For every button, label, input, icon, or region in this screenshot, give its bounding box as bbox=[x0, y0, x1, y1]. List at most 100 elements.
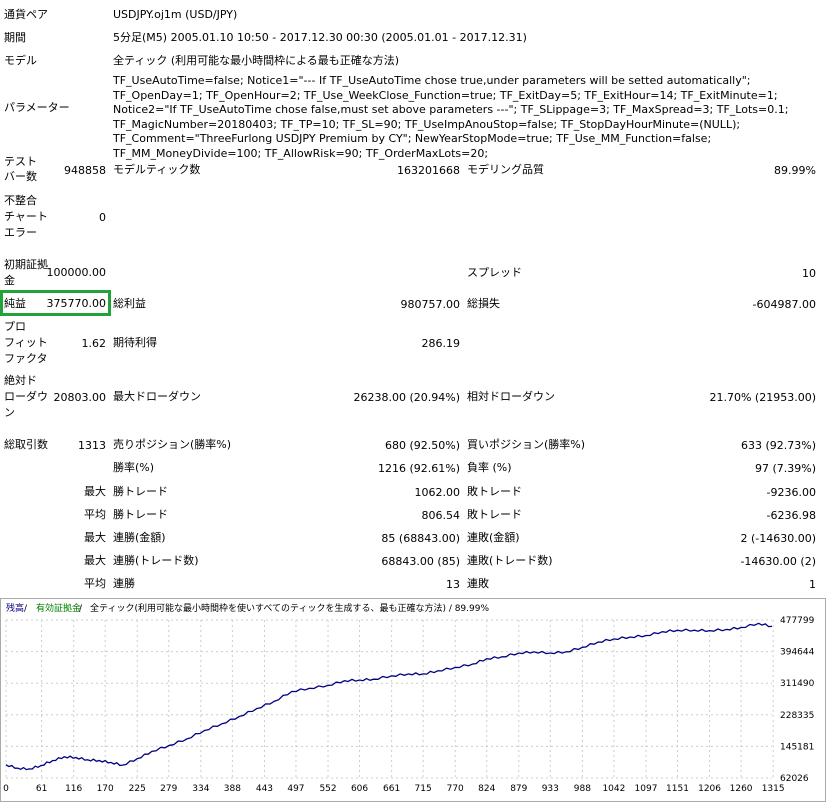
gross-profit-value: 980757.00 bbox=[400, 298, 461, 311]
spread-label: スプレッド bbox=[467, 266, 522, 279]
rel-dd-label: 相対ドローダウン bbox=[467, 390, 555, 403]
ticks-label: モデルティック数 bbox=[113, 163, 201, 176]
x-tick-label: 334 bbox=[192, 784, 209, 794]
max-consec-prefix: 最大 bbox=[84, 531, 106, 544]
y-tick-label: 394644 bbox=[780, 648, 815, 658]
short-positions-label: 売りポジション(勝率%) bbox=[113, 438, 232, 451]
y-tick-label: 228335 bbox=[780, 711, 814, 721]
pf-label-3: ファクタ bbox=[4, 352, 48, 365]
balance-chart: 残高 / 有効証拠金 / 全ティック(利用可能な最小時間枠を使いすべてのティック… bbox=[0, 598, 826, 802]
pf-label-1: プロ bbox=[4, 320, 26, 333]
x-tick-label: 988 bbox=[574, 784, 591, 794]
loss-rate-value: 97 (7.39%) bbox=[754, 462, 816, 475]
bars-label-2: バー数 bbox=[4, 170, 37, 183]
max-consec-profit-label: 連勝(トレード数) bbox=[113, 554, 199, 567]
x-tick-label: 661 bbox=[383, 784, 400, 794]
avg-consec-prefix: 平均 bbox=[84, 577, 106, 590]
params-value: TF_UseAutoTime=false; Notice1="--- If TF… bbox=[113, 74, 789, 160]
largest-loss-value: -9236.00 bbox=[766, 486, 816, 499]
x-tick-label: 1206 bbox=[698, 784, 721, 794]
x-tick-label: 606 bbox=[351, 784, 368, 794]
max-consec2-prefix: 最大 bbox=[84, 554, 106, 567]
long-positions-value: 633 (92.73%) bbox=[740, 439, 816, 452]
model-value: 全ティック (利用可能な最小時間枠による最も正確な方法) bbox=[113, 54, 400, 67]
rel-dd-value: 21.70% (21953.00) bbox=[709, 391, 816, 404]
pf-value: 1.62 bbox=[81, 337, 107, 350]
x-tick-label: 225 bbox=[129, 784, 146, 794]
bars-value: 948858 bbox=[64, 164, 106, 177]
trades-value: 1313 bbox=[78, 439, 106, 452]
x-tick-label: 279 bbox=[160, 784, 177, 794]
expected-payoff-label: 期待利得 bbox=[113, 336, 157, 349]
avg-loss-value: -6236.98 bbox=[766, 509, 816, 522]
gross-loss-label: 総損失 bbox=[467, 297, 500, 310]
pf-label-2: フィット bbox=[4, 336, 48, 349]
x-tick-label: 443 bbox=[256, 784, 273, 794]
x-tick-label: 552 bbox=[319, 784, 336, 794]
quality-label: モデリング品質 bbox=[467, 163, 544, 176]
x-tick-label: 116 bbox=[65, 784, 82, 794]
legend-equity: 有効証拠金 bbox=[36, 602, 81, 614]
expected-payoff-value: 286.19 bbox=[421, 337, 461, 350]
period-value: 5分足(M5) 2005.01.10 10:50 - 2017.12.30 00… bbox=[113, 31, 527, 44]
x-tick-label: 879 bbox=[510, 784, 527, 794]
x-tick-label: 715 bbox=[415, 784, 432, 794]
x-tick-label: 933 bbox=[542, 784, 559, 794]
x-tick-label: 770 bbox=[447, 784, 464, 794]
max-consec-win-label: 連勝(金額) bbox=[113, 531, 166, 544]
x-tick-label: 388 bbox=[224, 784, 241, 794]
average-prefix: 平均 bbox=[84, 508, 106, 521]
deposit-label-2: 金 bbox=[4, 274, 15, 287]
net-profit-label: 純益 bbox=[4, 297, 26, 310]
x-tick-label: 497 bbox=[287, 784, 304, 794]
y-tick-label: 311490 bbox=[780, 679, 815, 689]
mismatch-label-1: 不整合 bbox=[4, 194, 37, 207]
largest-win-label: 勝トレード bbox=[113, 485, 168, 498]
x-tick-label: 1315 bbox=[762, 784, 785, 794]
avg-consec-loss-label: 連敗 bbox=[467, 577, 489, 590]
mismatch-label-2: チャート bbox=[4, 210, 48, 223]
x-tick-label: 0 bbox=[3, 784, 9, 794]
legend-model: 全ティック(利用可能な最小時間枠を使いすべてのティックを生成する、最も正確な方法… bbox=[90, 602, 489, 614]
abs-dd-label-1: 絶対ド bbox=[4, 374, 37, 387]
mismatch-label-3: エラー bbox=[4, 226, 37, 239]
largest-loss-label: 敗トレード bbox=[467, 485, 522, 498]
net-profit-value: 375770.00 bbox=[46, 297, 107, 310]
x-tick-label: 170 bbox=[97, 784, 114, 794]
y-tick-label: 62026 bbox=[780, 774, 809, 784]
max-consec-loss-value: 2 (-14630.00) bbox=[740, 532, 816, 545]
largest-win-value: 1062.00 bbox=[414, 486, 461, 499]
x-tick-label: 1097 bbox=[635, 784, 658, 794]
max-dd-value: 26238.00 (20.94%) bbox=[353, 391, 460, 404]
max-dd-label: 最大ドローダウン bbox=[113, 390, 201, 403]
x-tick-label: 1151 bbox=[666, 784, 689, 794]
mismatch-value: 0 bbox=[99, 211, 106, 224]
max-consec-lossamt-value: -14630.00 (2) bbox=[740, 555, 816, 568]
bars-label-1: テスト bbox=[4, 155, 37, 168]
avg-loss-label: 敗トレード bbox=[467, 508, 522, 521]
symbol-value: USDJPY.oj1m (USD/JPY) bbox=[113, 8, 238, 21]
avg-consec-win-value: 13 bbox=[446, 578, 460, 591]
long-positions-label: 買いポジション(勝率%) bbox=[467, 438, 586, 451]
max-consec-loss-label: 連敗(金額) bbox=[467, 531, 520, 544]
avg-win-value: 806.54 bbox=[421, 509, 461, 522]
spread-value: 10 bbox=[802, 267, 816, 280]
gross-profit-label: 総利益 bbox=[113, 297, 146, 310]
avg-consec-loss-value: 1 bbox=[809, 578, 816, 591]
avg-win-label: 勝トレード bbox=[113, 508, 168, 521]
avg-consec-win-label: 連勝 bbox=[113, 577, 135, 590]
x-tick-label: 1042 bbox=[602, 784, 625, 794]
period-label: 期間 bbox=[4, 31, 26, 44]
largest-prefix: 最大 bbox=[84, 485, 106, 498]
y-tick-label: 145181 bbox=[780, 742, 814, 752]
loss-rate-label: 負率 (%) bbox=[467, 461, 512, 474]
y-tick-label: 477799 bbox=[780, 616, 815, 626]
win-rate-label: 勝率(%) bbox=[113, 461, 155, 474]
max-consec-lossamt-label: 連敗(トレード数) bbox=[467, 554, 553, 567]
max-consec-win-value: 85 (68843.00) bbox=[381, 532, 460, 545]
ticks-value: 163201668 bbox=[397, 164, 460, 177]
gross-loss-value: -604987.00 bbox=[752, 298, 816, 311]
symbol-label: 通貨ペア bbox=[4, 8, 48, 21]
max-consec-profit-value: 68843.00 (85) bbox=[381, 555, 460, 568]
win-rate-value: 1216 (92.61%) bbox=[377, 462, 460, 475]
